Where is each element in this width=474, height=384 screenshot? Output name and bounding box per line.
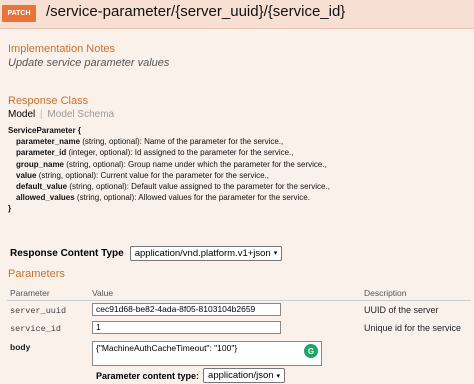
grammarly-icon[interactable]: G xyxy=(304,344,318,358)
table-row: body {"MachineAuthCacheTimeout": "100"} … xyxy=(7,338,471,383)
body-textarea-value: {"MachineAuthCacheTimeout": "100"} xyxy=(96,343,238,353)
body-textarea[interactable]: {"MachineAuthCacheTimeout": "100"} G xyxy=(92,341,322,366)
endpoint-header[interactable]: PATCH /service-parameter/{server_uuid}/{… xyxy=(0,0,474,29)
param-desc-body xyxy=(361,338,471,383)
model-field: parameter_name (string, optional): Name … xyxy=(16,137,284,147)
model-field: parameter_id (integer, optional): Id ass… xyxy=(16,148,294,158)
param-name-server-uuid: server_uuid xyxy=(10,305,67,316)
param-desc-server-uuid: UUID of the server xyxy=(364,304,439,315)
param-name-service-id: service_id xyxy=(10,324,62,334)
tab-model[interactable]: Model xyxy=(8,109,35,120)
model-name: ServiceParameter { xyxy=(8,126,81,135)
response-content-type-select[interactable]: application/vnd.platform.v1+json ▾ xyxy=(129,245,283,261)
parameter-content-type-row: Parameter content type: application/json… xyxy=(92,368,361,383)
tab-model-schema[interactable]: Model Schema xyxy=(47,109,114,120)
column-header-parameter: Parameter xyxy=(7,286,89,301)
model-close: } xyxy=(8,204,12,214)
model-fields: parameter_name (string, optional): Name … xyxy=(8,136,330,203)
chevron-down-icon: ▾ xyxy=(273,250,278,257)
table-row: server_uuid cec91d68-be82-4ada-8f05-8103… xyxy=(7,300,471,319)
service-id-input[interactable]: 1 xyxy=(92,321,281,334)
param-name-body: body xyxy=(10,342,31,352)
implementation-notes-title: Implementation Notes xyxy=(8,43,115,55)
model-tabs: Model | Model Schema xyxy=(8,109,114,120)
implementation-notes-text: Update service parameter values xyxy=(8,57,170,69)
parameters-table: Parameter Value Description server_uuid … xyxy=(7,286,471,383)
response-content-type-label: Response Content Type xyxy=(10,247,124,259)
chevron-down-icon: ▾ xyxy=(276,372,281,380)
table-row: service_id 1 Unique id for the service xyxy=(7,319,471,338)
param-desc-service-id: Unique id for the service xyxy=(364,323,462,333)
column-header-value: Value xyxy=(89,286,361,301)
parameters-title: Parameters xyxy=(8,268,65,280)
model-field: value (string, optional): Current value … xyxy=(16,170,270,180)
parameter-content-type-select[interactable]: application/json ▾ xyxy=(203,368,286,383)
server-uuid-input[interactable]: cec91d68-be82-4ada-8f05-8103104b2659 xyxy=(92,302,281,316)
parameter-content-type-label: Parameter content type: xyxy=(96,370,200,381)
model-field: allowed_values (string, optional): Allow… xyxy=(16,193,310,203)
endpoint-path[interactable]: /service-parameter/{server_uuid}/{servic… xyxy=(46,3,345,20)
response-class-title: Response Class xyxy=(8,95,89,107)
model-field: default_value (string, optional): Defaul… xyxy=(16,182,330,192)
tab-separator: | xyxy=(40,109,43,120)
http-method-badge: PATCH xyxy=(2,5,36,22)
parameter-content-type-value: application/json xyxy=(208,370,274,381)
model-definition: ServiceParameter { parameter_name (strin… xyxy=(8,125,330,215)
response-content-type-value: application/vnd.platform.v1+json xyxy=(134,247,271,259)
response-content-type-row: Response Content Type application/vnd.pl… xyxy=(8,244,283,262)
column-header-description: Description xyxy=(361,286,471,301)
model-field: group_name (string, optional): Group nam… xyxy=(16,159,327,169)
